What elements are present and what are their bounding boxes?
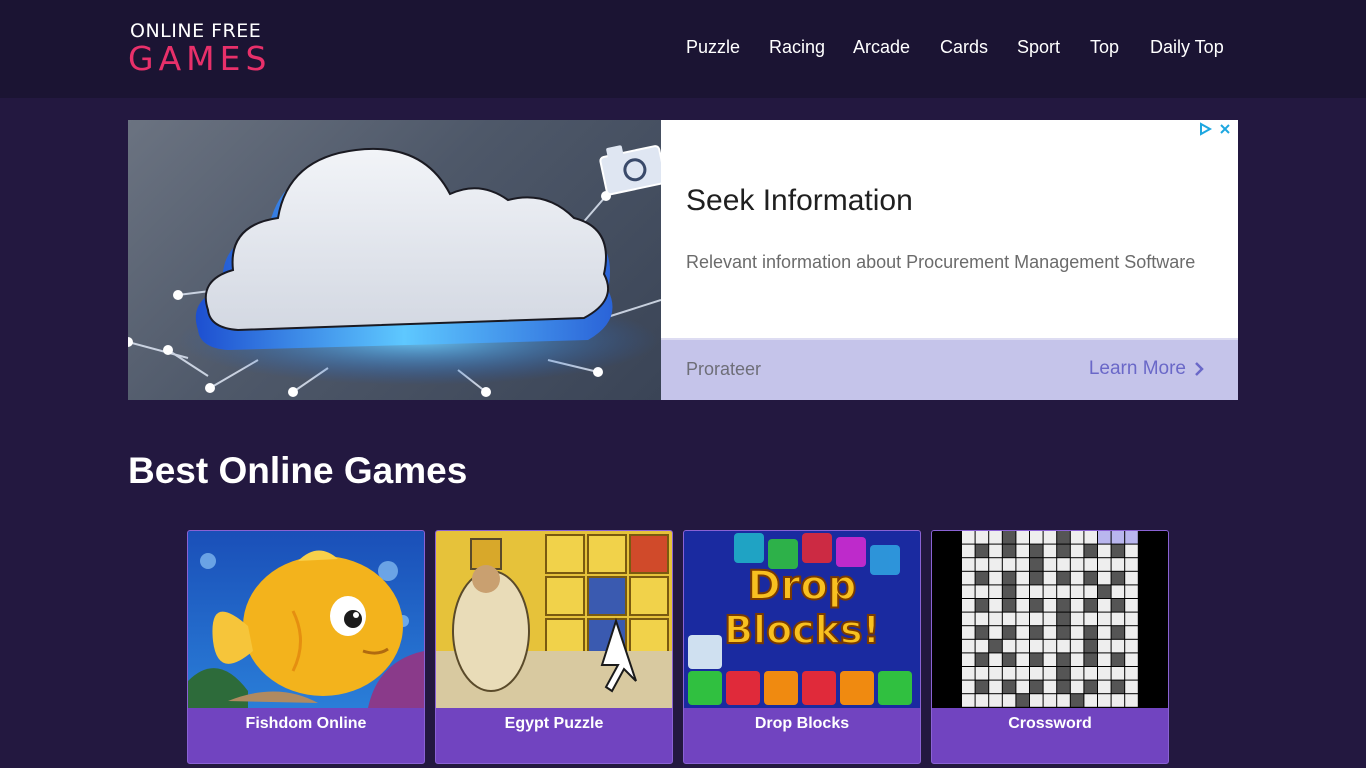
section-title: Best Online Games — [128, 450, 468, 491]
egyptian-tiles-thumbnail-icon — [436, 531, 672, 708]
nav-arcade[interactable]: Arcade — [853, 36, 910, 58]
nav-cards[interactable]: Cards — [940, 36, 988, 58]
ad-image[interactable] — [128, 120, 661, 400]
site-logo[interactable]: ONLINE FREE GAMES — [128, 20, 278, 78]
cloud-network-illustration-icon — [128, 145, 661, 397]
nav-daily-top[interactable]: Daily Top — [1150, 36, 1224, 58]
svg-text:Drop: Drop — [747, 563, 856, 609]
game-card-crossword[interactable]: Crossword — [931, 530, 1169, 764]
ad-advertiser: Prorateer — [686, 359, 762, 379]
ad-title[interactable]: Seek Information — [686, 184, 913, 218]
game-title: Fishdom Online — [245, 715, 367, 732]
game-title: Crossword — [1008, 715, 1092, 732]
nav-racing[interactable]: Racing — [769, 36, 825, 58]
ad-description: Relevant information about Procurement M… — [686, 252, 1196, 272]
chevron-right-icon[interactable] — [1190, 360, 1208, 378]
nav-puzzle[interactable]: Puzzle — [686, 36, 740, 58]
adchoices-icon[interactable] — [1198, 122, 1213, 136]
goldfish-thumbnail-icon — [188, 531, 424, 708]
crossword-grid-thumbnail-icon — [932, 531, 1168, 708]
game-card-egypt-puzzle[interactable]: Egypt Puzzle — [435, 530, 673, 764]
game-title: Egypt Puzzle — [504, 715, 604, 732]
game-title: Drop Blocks — [754, 715, 850, 732]
nav-sport[interactable]: Sport — [1017, 36, 1060, 58]
nav-top[interactable]: Top — [1090, 36, 1119, 58]
logo-text-bottom: GAMES — [128, 39, 272, 78]
ad-banner[interactable]: Seek Information Relevant information ab… — [128, 120, 1238, 400]
ad-footer: Prorateer Learn More — [661, 338, 1238, 400]
drop-blocks-thumbnail-icon: Drop Blocks! — [684, 531, 920, 708]
game-card-fishdom[interactable]: Fishdom Online — [187, 530, 425, 764]
game-card-drop-blocks[interactable]: Drop Blocks! Drop Blocks — [683, 530, 921, 764]
site-header: ONLINE FREE GAMES Puzzle Racing Arcade C… — [0, 0, 1366, 98]
close-icon[interactable] — [1218, 122, 1232, 136]
ad-learn-more-button[interactable]: Learn More — [1089, 357, 1186, 380]
svg-text:Blocks!: Blocks! — [724, 608, 880, 652]
